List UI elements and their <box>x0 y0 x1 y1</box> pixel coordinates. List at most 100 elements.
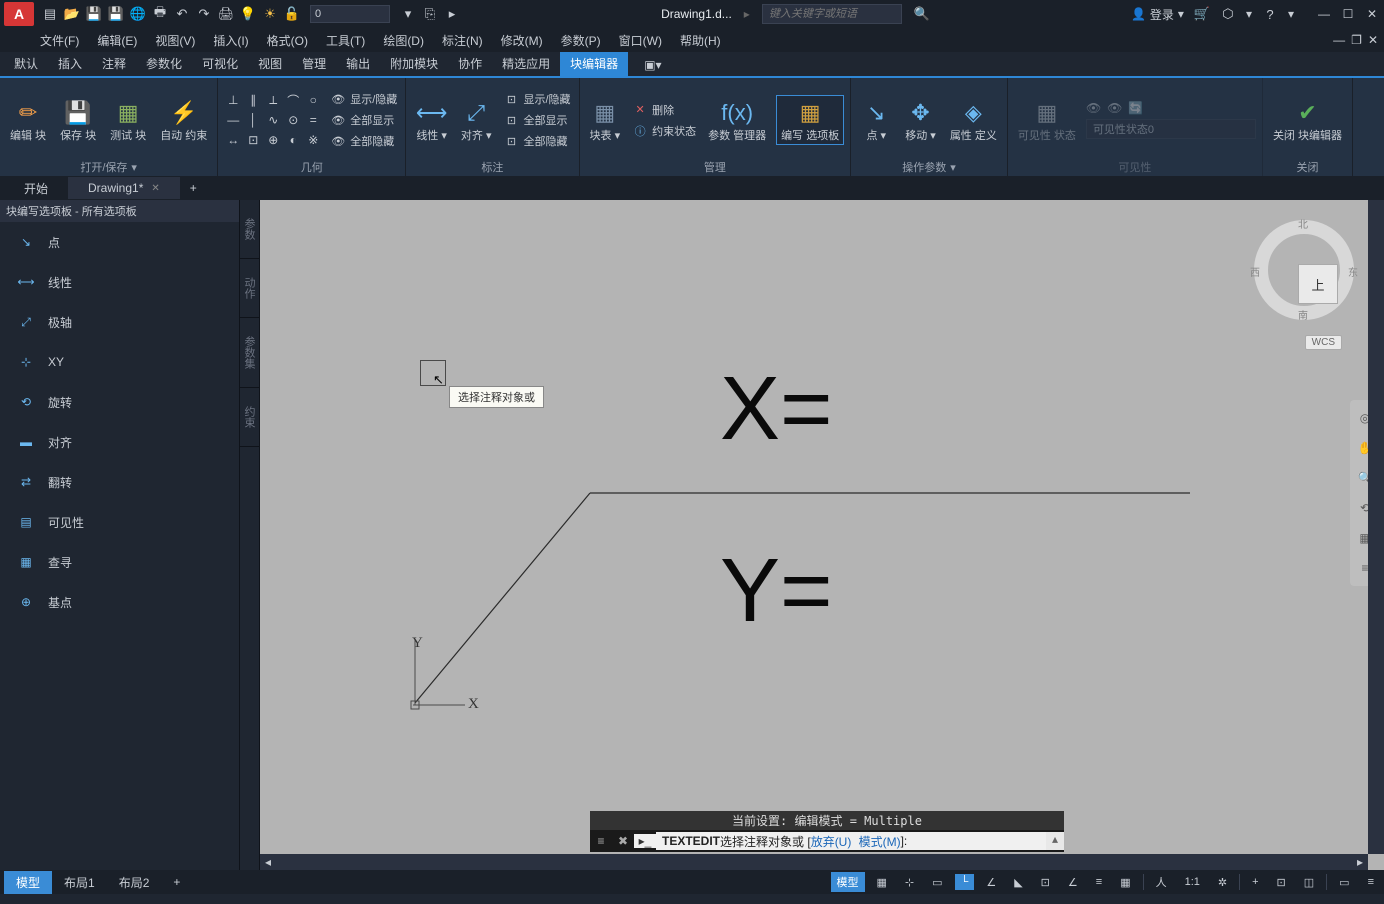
palette-align[interactable]: ▬对齐 <box>0 422 239 462</box>
menu-dim[interactable]: 标注(N) <box>442 32 483 49</box>
tab-output[interactable]: 输出 <box>336 50 380 76</box>
menu-window[interactable]: 窗口(W) <box>619 32 662 49</box>
menu-edit[interactable]: 编辑(E) <box>97 32 137 49</box>
add-tab-button[interactable]: + <box>180 177 207 199</box>
undo-icon[interactable]: ↶ <box>174 6 190 22</box>
close-block-editor-button[interactable]: ✔关闭 块编辑器 <box>1269 96 1346 144</box>
wcs-badge[interactable]: WCS <box>1305 335 1342 350</box>
block-table-button[interactable]: ▦块表 ▾ <box>586 96 625 144</box>
status-custom-icon[interactable]: ≡ <box>1362 874 1380 890</box>
status-model[interactable]: 模型 <box>831 872 865 892</box>
doc-restore-button[interactable]: ❐ <box>1351 33 1362 47</box>
palette-basepoint[interactable]: ⊕基点 <box>0 582 239 622</box>
side-tab-constraint[interactable]: 约束 <box>240 388 259 447</box>
geom-icon[interactable]: ⟂ <box>264 91 282 109</box>
status-iso2-icon[interactable]: ◫ <box>1298 874 1320 891</box>
palette-polar[interactable]: ⤢极轴 <box>0 302 239 342</box>
constr-button[interactable]: ⓘ约束状态 <box>630 122 698 140</box>
doc-min-button[interactable]: — <box>1333 33 1345 47</box>
menu-modify[interactable]: 修改(M) <box>501 32 543 49</box>
doc-close-button[interactable]: ✕ <box>1368 33 1378 47</box>
tab-default[interactable]: 默认 <box>4 50 48 76</box>
maximize-button[interactable]: ☐ <box>1340 6 1356 22</box>
menu-help[interactable]: 帮助(H) <box>680 32 721 49</box>
more-icon[interactable]: ▸ <box>444 6 460 22</box>
show-hide-button[interactable]: 👁显示/隐藏 <box>328 90 399 108</box>
status-polar-icon[interactable]: ∠ <box>980 874 1002 891</box>
layout-2[interactable]: 布局2 <box>107 871 162 894</box>
web-icon[interactable]: 🌐 <box>130 6 146 22</box>
side-tab-paramset[interactable]: 参数集 <box>240 318 259 388</box>
save-block-button[interactable]: 💾保存 块 <box>56 96 100 144</box>
geom-icon[interactable]: ∿ <box>264 111 282 129</box>
viewcube-top[interactable]: 上 <box>1298 264 1338 304</box>
sun-icon[interactable]: ☀ <box>262 6 278 22</box>
panel-title[interactable]: 打开/保存 ▾ <box>6 158 211 176</box>
palette-flip[interactable]: ⇄翻转 <box>0 462 239 502</box>
palette-rotate[interactable]: ⟲旋转 <box>0 382 239 422</box>
geom-icon[interactable]: ⌒ <box>284 91 302 109</box>
status-btn-icon[interactable]: ▭ <box>926 874 948 891</box>
geom-icon[interactable]: — <box>224 111 242 129</box>
tab-start[interactable]: 开始 <box>4 176 68 201</box>
geom-icon[interactable]: ⊡ <box>244 131 262 149</box>
tab-view[interactable]: 视图 <box>248 50 292 76</box>
geom-icon[interactable]: ⊙ <box>284 111 302 129</box>
palette-xy[interactable]: ⊹XY <box>0 342 239 382</box>
tab-annotate[interactable]: 注释 <box>92 50 136 76</box>
menu-tools[interactable]: 工具(T) <box>326 32 365 49</box>
minimize-button[interactable]: — <box>1316 6 1332 22</box>
app-icon[interactable]: ⬡ <box>1220 6 1236 22</box>
annot-show-hide-button[interactable]: ⊡显示/隐藏 <box>501 90 572 108</box>
geom-icon[interactable]: ◐ <box>284 131 302 149</box>
tab-collaborate[interactable]: 协作 <box>448 50 492 76</box>
app-logo[interactable]: A <box>4 2 34 26</box>
menu-draw[interactable]: 绘图(D) <box>383 32 424 49</box>
cmd-close-icon[interactable]: ✖ <box>612 834 634 848</box>
tab-visualize[interactable]: 可视化 <box>192 50 248 76</box>
annot-show-all-button[interactable]: ⊡全部显示 <box>501 111 572 129</box>
print-icon[interactable]: 🖨 <box>218 6 234 22</box>
menu-param[interactable]: 参数(P) <box>561 32 601 49</box>
menu-file[interactable]: 文件(F) <box>40 32 79 49</box>
open-icon[interactable]: 📂 <box>64 6 80 22</box>
tab-addins[interactable]: 附加模块 <box>380 50 448 76</box>
tab-parametric[interactable]: 参数化 <box>136 50 192 76</box>
delete-button[interactable]: ✕删除 <box>630 101 698 119</box>
close-button[interactable]: ✕ <box>1364 6 1380 22</box>
status-osnap-icon[interactable]: ⊡ <box>1035 874 1056 891</box>
palette-point[interactable]: ↘点 <box>0 222 239 262</box>
text-y[interactable]: Y= <box>720 540 833 643</box>
viewcube[interactable]: 上 北 南 东 西 WCS <box>1254 220 1354 350</box>
saveas-icon[interactable]: 💾 <box>108 6 124 22</box>
hide-all-button[interactable]: 👁全部隐藏 <box>328 132 399 150</box>
layout-add[interactable]: + <box>161 872 192 892</box>
tab-blockeditor[interactable]: 块编辑器 <box>560 50 628 76</box>
login-button[interactable]: 👤 登录 ▾ <box>1131 6 1184 23</box>
share-icon[interactable]: ⎘ <box>422 6 438 22</box>
tab-featured[interactable]: 精选应用 <box>492 50 560 76</box>
menu-insert[interactable]: 插入(I) <box>213 32 248 49</box>
layer-input[interactable] <box>310 5 390 23</box>
edit-block-button[interactable]: ✏编辑 块 <box>6 96 50 144</box>
show-all-button[interactable]: 👁全部显示 <box>328 111 399 129</box>
point-button[interactable]: ↘点 ▾ <box>857 96 895 144</box>
status-gear-icon[interactable]: ✲ <box>1212 874 1233 891</box>
palette-linear[interactable]: ⟷线性 <box>0 262 239 302</box>
cmd-expand-icon[interactable]: ▴ <box>1046 832 1064 850</box>
geom-icon[interactable]: ∥ <box>244 91 262 109</box>
drawing-canvas[interactable]: Y X X= Y= ↖ 选择注释对象或 上 北 南 东 西 WCS ◎ ✋ 🔍 … <box>260 200 1384 870</box>
status-clean-icon[interactable]: ▭ <box>1333 874 1355 891</box>
new-icon[interactable]: ▤ <box>42 6 58 22</box>
palette-lookup[interactable]: ▦查寻 <box>0 542 239 582</box>
geom-icon[interactable]: ⊕ <box>264 131 282 149</box>
cart-icon[interactable]: 🛒 <box>1194 6 1210 22</box>
status-perf-icon[interactable]: ⊡ <box>1271 874 1292 891</box>
tab-insert[interactable]: 插入 <box>48 50 92 76</box>
plot-icon[interactable]: 🖶 <box>152 6 168 22</box>
menu-view[interactable]: 视图(V) <box>155 32 195 49</box>
status-iso-icon[interactable]: ◣ <box>1008 874 1028 891</box>
lock-icon[interactable]: 🔓 <box>284 6 300 22</box>
status-track-icon[interactable]: ∠ <box>1062 874 1084 891</box>
save-icon[interactable]: 💾 <box>86 6 102 22</box>
